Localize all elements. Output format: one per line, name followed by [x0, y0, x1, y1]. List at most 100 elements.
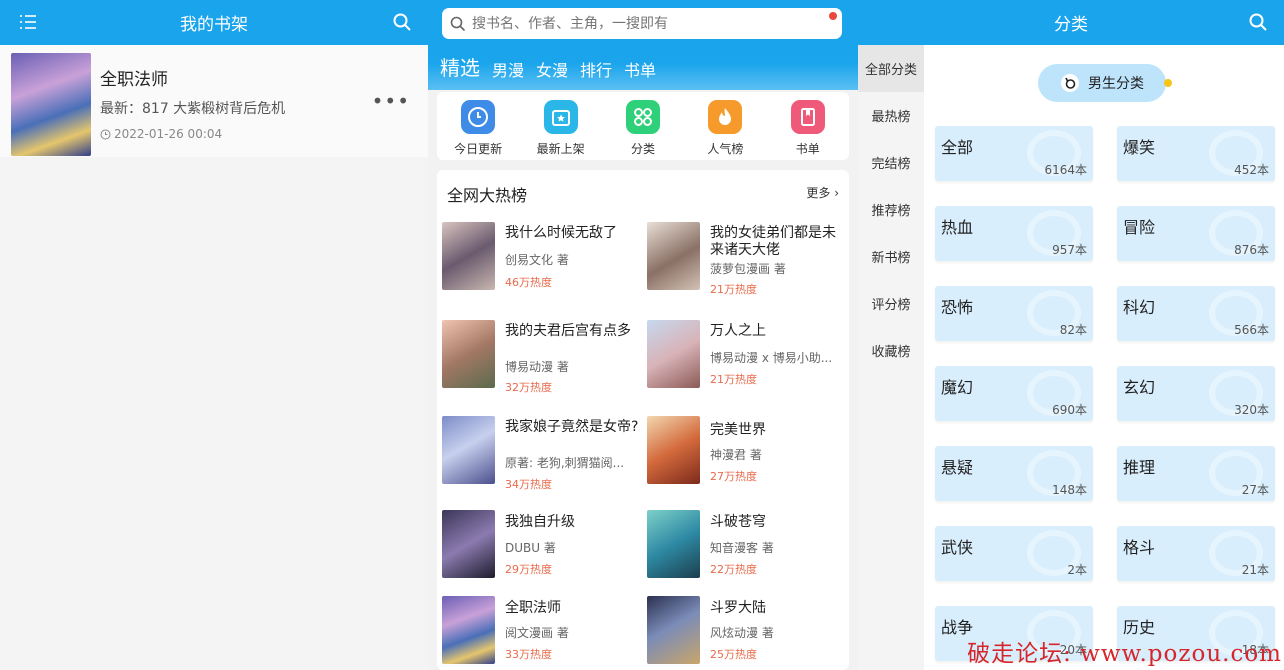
grid-icon [625, 100, 660, 134]
ranking-item[interactable]: 我家娘子竟然是女帝? 原著: 老狗,刺猬猫阅... 34万热度 [442, 416, 642, 496]
category-name: 科幻 [1123, 298, 1156, 317]
hot-ranking-section: 全网大热榜 更多 › 我什么时候无敌了 创易文化 著 46万热度 我的女徒弟们都… [437, 170, 849, 670]
category-card[interactable]: 推理 27本 [1117, 446, 1275, 501]
book-title: 我独自升级 [505, 514, 575, 530]
sidebar-item-all[interactable]: 全部分类 [858, 45, 924, 92]
sidebar-item-finished[interactable]: 完结榜 [858, 139, 924, 186]
book-cover [442, 222, 495, 290]
category-name: 武侠 [941, 538, 974, 557]
category-card[interactable]: 科幻 566本 [1117, 286, 1275, 341]
book-title: 斗罗大陆 [710, 600, 766, 616]
category-sidebar: 全部分类 最热榜 完结榜 推荐榜 新书榜 评分榜 收藏榜 [858, 45, 924, 670]
book-cover [442, 596, 495, 664]
quick-new-release[interactable]: 最新上架 [526, 92, 596, 160]
tab-ranking[interactable]: 排行 [580, 57, 612, 81]
category-card[interactable]: 魔幻 690本 [935, 366, 1093, 421]
sidebar-item-hottest[interactable]: 最热榜 [858, 92, 924, 139]
update-time-text: 2022-01-26 00:04 [114, 127, 223, 141]
channel-tabs: 精选 男漫 女漫 排行 书单 [440, 52, 656, 81]
book-cover [647, 596, 700, 664]
ranking-item[interactable]: 我独自升级 DUBU 著 29万热度 [442, 510, 642, 590]
category-count: 690本 [1052, 403, 1087, 417]
tab-booklist[interactable]: 书单 [624, 57, 656, 81]
ranking-item[interactable]: 我的女徒弟们都是未来诸天大佬 菠萝包漫画 著 21万热度 [647, 222, 847, 302]
ranking-item[interactable]: 我什么时候无敌了 创易文化 著 46万热度 [442, 222, 642, 302]
sidebar-item-recommended[interactable]: 推荐榜 [858, 186, 924, 233]
book-title: 斗破苍穹 [710, 514, 766, 530]
more-link-label: 更多 [806, 186, 831, 200]
search-input[interactable] [470, 14, 834, 33]
ranking-item[interactable]: 万人之上 博易动漫 x 博易小助... 21万热度 [647, 320, 847, 400]
book-cover [647, 320, 700, 388]
forum-watermark: 破走论坛: www.pozou.com [967, 641, 1282, 667]
category-card[interactable]: 爆笑 452本 [1117, 126, 1275, 181]
book-author: 知音漫客 著 [710, 541, 774, 555]
category-count: 148本 [1052, 483, 1087, 497]
category-card[interactable]: 玄幻 320本 [1117, 366, 1275, 421]
tab-selected[interactable]: 精选 [440, 52, 480, 81]
bookshelf-header: 我的书架 [0, 0, 428, 45]
sidebar-item-new[interactable]: 新书榜 [858, 233, 924, 280]
category-card[interactable]: 热血 957本 [935, 206, 1093, 261]
book-cover [647, 510, 700, 578]
category-panel: 分类 全部分类 最热榜 完结榜 推荐榜 新书榜 评分榜 收藏榜 男生分类 全部 6… [858, 0, 1284, 670]
ranking-item[interactable]: 斗破苍穹 知音漫客 著 22万热度 [647, 510, 847, 590]
book-heat: 25万热度 [710, 648, 757, 661]
book-heat: 32万热度 [505, 381, 552, 394]
quick-label: 分类 [630, 142, 655, 156]
quick-booklist[interactable]: 书单 [773, 92, 843, 160]
category-card[interactable]: 恐怖 82本 [935, 286, 1093, 341]
quick-today-update[interactable]: 今日更新 [443, 92, 513, 160]
ranking-item[interactable]: 斗罗大陆 风炫动漫 著 25万热度 [647, 596, 847, 670]
category-count: 566本 [1234, 323, 1269, 337]
quick-popular[interactable]: 人气榜 [690, 92, 760, 160]
ranking-item[interactable]: 完美世界 神漫君 著 27万热度 [647, 416, 847, 496]
category-name: 恐怖 [941, 298, 974, 317]
list-menu-icon[interactable] [18, 13, 38, 31]
book-cover [442, 510, 495, 578]
category-card[interactable]: 冒险 876本 [1117, 206, 1275, 261]
book-cover[interactable] [11, 53, 91, 156]
bookshelf-panel: 我的书架 全职法师 最新：817 大紫椴树背后危机 2022-01-26 00:… [0, 0, 428, 670]
refresh-icon [1061, 74, 1079, 92]
category-card[interactable]: 悬疑 148本 [935, 446, 1093, 501]
star-box-icon [543, 100, 578, 134]
gender-category-toggle[interactable]: 男生分类 [1038, 64, 1172, 102]
category-count: 21本 [1241, 563, 1269, 577]
more-link[interactable]: 更多 › [806, 184, 839, 201]
category-name: 玄幻 [1123, 378, 1156, 397]
tab-female[interactable]: 女漫 [536, 57, 568, 81]
category-card[interactable]: 全部 6164本 [935, 126, 1093, 181]
category-card[interactable]: 格斗 21本 [1117, 526, 1275, 581]
category-name: 格斗 [1123, 538, 1156, 557]
category-card[interactable]: 武侠 2本 [935, 526, 1093, 581]
book-title: 我家娘子竟然是女帝? [505, 419, 639, 435]
tab-male[interactable]: 男漫 [492, 57, 524, 81]
sidebar-item-favorites[interactable]: 收藏榜 [858, 327, 924, 374]
quick-label: 今日更新 [454, 142, 503, 156]
book-title: 万人之上 [710, 323, 766, 339]
book-icon [790, 100, 825, 134]
book-heat: 46万热度 [505, 276, 552, 289]
book-heat: 21万热度 [710, 283, 757, 296]
search-icon[interactable] [392, 12, 412, 32]
ranking-item[interactable]: 全职法师 阅文漫画 著 33万热度 [442, 596, 642, 670]
search-icon[interactable] [1248, 12, 1268, 32]
book-author: 菠萝包漫画 著 [710, 262, 786, 276]
book-author: 风炫动漫 著 [710, 626, 774, 640]
book-cover [442, 416, 495, 484]
quick-category[interactable]: 分类 [608, 92, 678, 160]
category-name: 悬疑 [941, 458, 974, 477]
category-count: 320本 [1234, 403, 1269, 417]
category-count: 27本 [1241, 483, 1269, 497]
category-header: 分类 [858, 0, 1284, 45]
category-name: 推理 [1123, 458, 1156, 477]
bookshelf-item[interactable]: 全职法师 最新：817 大紫椴树背后危机 2022-01-26 00:04 ••… [0, 45, 428, 157]
ranking-item[interactable]: 我的夫君后宫有点多 博易动漫 著 32万热度 [442, 320, 642, 400]
search-bar[interactable] [442, 8, 842, 39]
book-cover [647, 416, 700, 484]
book-cover [647, 222, 700, 290]
sidebar-item-rating[interactable]: 评分榜 [858, 280, 924, 327]
book-title: 我的女徒弟们都是未来诸天大佬 [710, 225, 836, 258]
more-options-icon[interactable]: ••• [372, 91, 410, 111]
